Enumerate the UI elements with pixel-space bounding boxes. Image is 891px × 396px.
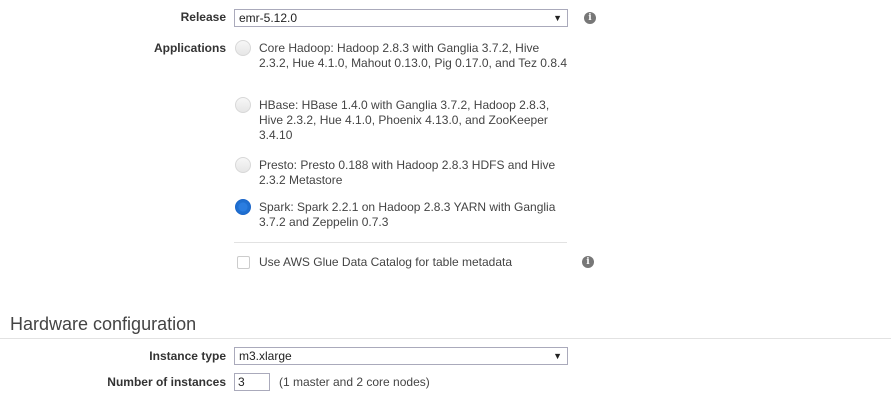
hardware-section-title: Hardware configuration xyxy=(10,314,197,334)
num-instances-note: (1 master and 2 core nodes) xyxy=(279,375,430,389)
instance-type-value: m3.xlarge xyxy=(239,349,292,363)
divider xyxy=(234,242,567,243)
app-radio-spark[interactable] xyxy=(235,199,251,215)
instance-type-select[interactable]: m3.xlarge ▼ xyxy=(234,347,568,365)
section-divider xyxy=(0,338,891,339)
glue-catalog-checkbox[interactable] xyxy=(237,256,250,269)
chevron-down-icon: ▼ xyxy=(553,351,562,361)
app-radio-presto[interactable] xyxy=(235,157,251,173)
app-radio-core-hadoop[interactable] xyxy=(235,40,251,56)
release-select[interactable]: emr-5.12.0 ▼ xyxy=(234,9,568,27)
app-radio-hbase[interactable] xyxy=(235,97,251,113)
num-instances-input[interactable]: 3 xyxy=(234,373,270,391)
app-option-core-hadoop-label: Core Hadoop: Hadoop 2.8.3 with Ganglia 3… xyxy=(259,41,567,70)
app-option-hbase-label: HBase: HBase 1.4.0 with Ganglia 3.7.2, H… xyxy=(259,98,550,142)
release-label: Release xyxy=(180,10,226,24)
num-instances-label: Number of instances xyxy=(107,375,226,389)
app-option-spark-label: Spark: Spark 2.2.1 on Hadoop 2.8.3 YARN … xyxy=(259,200,556,229)
release-info-icon[interactable]: i xyxy=(584,12,596,24)
glue-catalog-label: Use AWS Glue Data Catalog for table meta… xyxy=(259,255,513,269)
instance-type-label: Instance type xyxy=(149,349,226,363)
release-value: emr-5.12.0 xyxy=(239,11,298,25)
applications-label: Applications xyxy=(153,41,226,55)
chevron-down-icon: ▼ xyxy=(553,13,562,23)
glue-info-icon[interactable]: i xyxy=(582,256,594,268)
app-option-presto-label: Presto: Presto 0.188 with Hadoop 2.8.3 H… xyxy=(259,158,556,187)
